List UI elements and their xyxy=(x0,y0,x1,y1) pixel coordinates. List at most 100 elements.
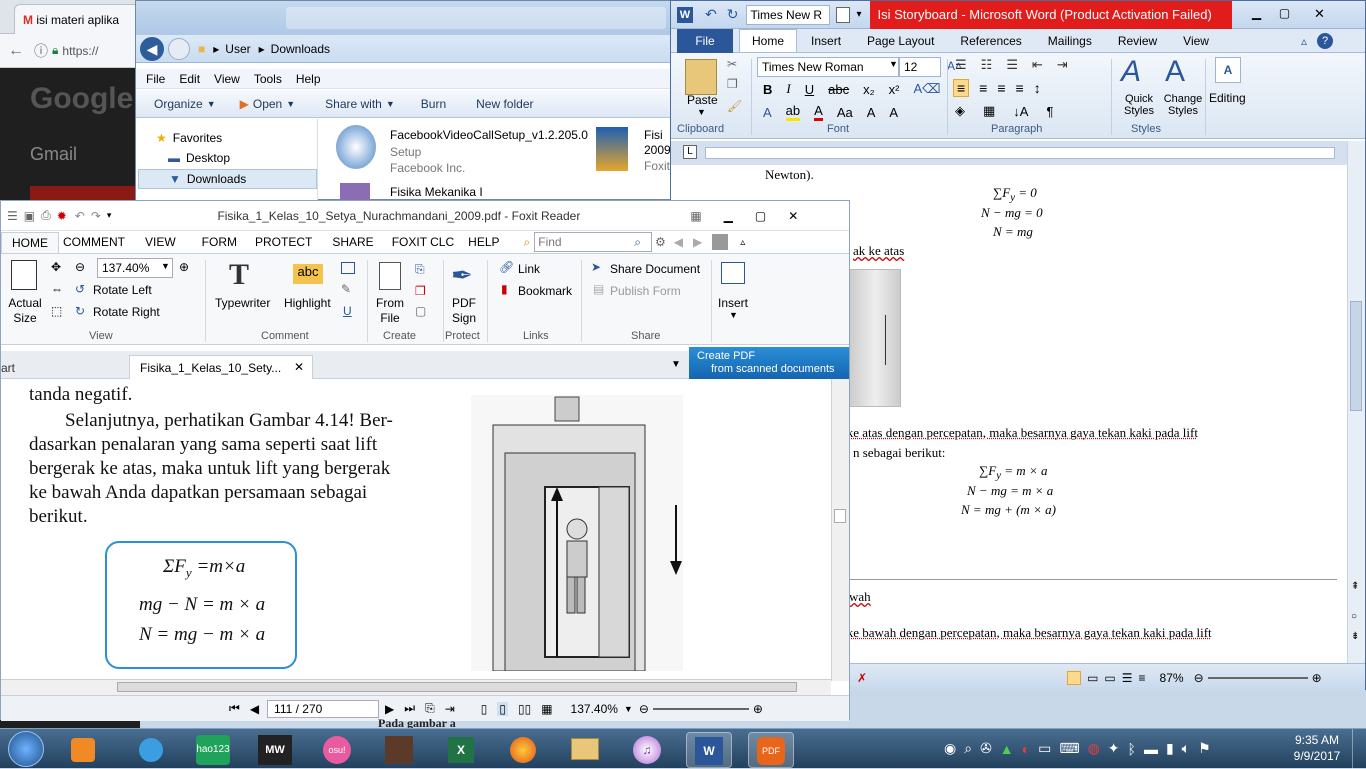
font-size-box[interactable]: 12 xyxy=(899,57,941,77)
minimize-icon[interactable]: ▁ xyxy=(724,209,733,223)
sort-icon[interactable]: ↓A xyxy=(1013,104,1028,119)
fit-icon[interactable]: ✥ xyxy=(51,260,61,274)
align-center-icon[interactable]: ≡ xyxy=(979,80,987,96)
start-button[interactable] xyxy=(8,731,44,767)
tab-form[interactable]: FORM xyxy=(202,235,237,249)
continuous-icon[interactable]: ▯ xyxy=(497,701,508,716)
fit-width-icon[interactable]: ⇔ xyxy=(51,282,63,296)
tray-search-icon[interactable]: ⌕ xyxy=(964,740,972,757)
volume-icon[interactable]: 🔈︎ xyxy=(1182,740,1190,757)
taskbar-foxit[interactable]: PDF xyxy=(748,732,794,768)
tab-share[interactable]: SHARE xyxy=(332,235,373,249)
taskbar-browser-uc[interactable] xyxy=(128,732,174,768)
tab-comment[interactable]: COMMENT xyxy=(63,235,125,249)
tab-home[interactable]: Home xyxy=(739,29,798,52)
paste-icon[interactable] xyxy=(685,59,717,95)
minimize-icon[interactable]: ▁ xyxy=(1244,6,1270,24)
ruler-bar[interactable] xyxy=(705,147,1335,159)
link-button[interactable]: Link xyxy=(518,262,540,276)
find-icon[interactable]: A xyxy=(1215,57,1241,83)
tray-up-icon[interactable]: ▲ xyxy=(1000,741,1014,757)
blank-icon[interactable]: ▢ xyxy=(415,304,426,318)
facing-icon[interactable]: ▯▯ xyxy=(518,702,531,716)
taskbar-explorer[interactable] xyxy=(562,732,608,768)
browse-prev-icon[interactable]: ⇞ xyxy=(1351,581,1359,592)
justify-icon[interactable]: ≡ xyxy=(1016,80,1024,96)
web-layout-icon[interactable]: ▭ xyxy=(1104,671,1115,685)
pdf-sign-button[interactable]: PDF Sign xyxy=(449,296,479,326)
font-name-box[interactable]: Times New Roman xyxy=(757,57,899,77)
menu-tools[interactable]: Tools xyxy=(254,72,282,86)
new-folder-button[interactable]: New folder xyxy=(476,97,533,111)
open-button[interactable]: Open xyxy=(253,97,282,111)
clock[interactable]: 9:35 AM 9/9/2017 xyxy=(1290,733,1344,763)
first-page-icon[interactable]: ⏮ xyxy=(229,701,240,716)
subscript-icon[interactable]: x₂ xyxy=(863,82,875,97)
full-screen-icon[interactable]: ▭ xyxy=(1087,671,1098,685)
file-name[interactable]: Fisi xyxy=(644,128,663,142)
share-document-button[interactable]: Share Document xyxy=(610,262,700,276)
nav-favorites[interactable]: Favorites xyxy=(173,131,222,145)
print-icon[interactable]: ⎙ xyxy=(41,208,51,223)
create-pdf-banner[interactable]: Create PDF from scanned documents xyxy=(689,347,849,379)
tab-review[interactable]: Review xyxy=(1118,34,1157,48)
tab-page-layout[interactable]: Page Layout xyxy=(867,34,934,48)
user-icon[interactable] xyxy=(712,234,729,250)
tab-list-icon[interactable]: ▼ xyxy=(671,359,681,370)
zoom-in-icon[interactable]: ⊕ xyxy=(179,260,189,274)
gmail-label[interactable]: Gmail xyxy=(30,144,77,165)
tab-home[interactable]: HOME xyxy=(1,231,59,253)
organize-button[interactable]: Organize xyxy=(154,97,203,111)
layout-icon[interactable]: ▦ xyxy=(690,209,701,223)
zoom-out-icon[interactable]: ⊖ xyxy=(1194,671,1204,685)
taskbar-media-player[interactable] xyxy=(60,732,106,768)
font-color-icon[interactable]: A xyxy=(814,103,823,121)
tray-bluetooth-icon[interactable]: ᛒ xyxy=(1128,741,1136,757)
decrease-indent-icon[interactable]: ⇤ xyxy=(1032,57,1043,73)
undo-icon[interactable]: ↶ xyxy=(705,6,717,23)
print-layout-icon[interactable] xyxy=(1067,670,1082,685)
tab-view[interactable]: View xyxy=(1183,34,1209,48)
tab-selector-icon[interactable]: L xyxy=(683,145,697,159)
help-icon[interactable]: ? xyxy=(1317,32,1333,49)
cut-icon[interactable]: ✂ xyxy=(727,57,737,71)
underline-icon[interactable]: U xyxy=(343,304,352,318)
numbering-icon[interactable]: ☷ xyxy=(981,57,993,73)
fit-visible-icon[interactable]: ⬚ xyxy=(51,304,62,318)
next-icon[interactable]: ▶ xyxy=(693,235,702,249)
foxit-hscroll-thumb[interactable] xyxy=(117,682,797,692)
italic-icon[interactable]: I xyxy=(786,81,790,97)
scan-icon[interactable]: ⎘ xyxy=(415,262,425,277)
show-desktop-button[interactable] xyxy=(1352,729,1366,769)
close-icon[interactable]: ✕ xyxy=(788,209,798,223)
bold-icon[interactable]: B xyxy=(763,82,772,97)
change-styles-button[interactable]: Change Styles xyxy=(1161,93,1205,117)
pdf-page[interactable]: tanda negatif. Selanjutnya, perhatikan G… xyxy=(1,379,831,681)
tray-acrobat-icon[interactable]: ◐ xyxy=(1022,741,1030,757)
change-styles-icon[interactable]: A xyxy=(1165,55,1185,89)
search-icon[interactable]: ⌕ xyxy=(634,235,641,250)
next-page-icon[interactable]: ▶ xyxy=(385,702,394,716)
doc-tab-start[interactable]: art xyxy=(1,357,125,379)
zoom-out-icon[interactable]: ⊖ xyxy=(639,702,649,716)
file-name[interactable]: Fisika Mekanika I xyxy=(390,185,483,199)
burn-button[interactable]: Burn xyxy=(421,97,446,111)
strikethrough-icon[interactable]: abc xyxy=(828,82,849,97)
undo-icon[interactable]: ↶ xyxy=(75,209,85,223)
show-marks-icon[interactable]: ¶ xyxy=(1046,104,1053,119)
bullets-icon[interactable]: ☰ xyxy=(955,57,967,73)
line-spacing-icon[interactable]: ↕ xyxy=(1034,80,1041,96)
chevron-up-icon[interactable]: ▵ xyxy=(740,237,745,248)
maximize-icon[interactable]: ▢ xyxy=(755,209,766,223)
nav-desktop[interactable]: Desktop xyxy=(186,151,230,165)
new-doc-icon[interactable] xyxy=(836,6,851,23)
tab-foxit-cloud[interactable]: FOXIT CLC xyxy=(392,235,454,249)
borders-icon[interactable]: ▦ xyxy=(983,103,995,119)
zoom-slider[interactable] xyxy=(652,707,749,710)
menu-edit[interactable]: Edit xyxy=(179,72,200,86)
taskbar-osu[interactable]: osu! xyxy=(314,732,360,768)
rotate-right-button[interactable]: Rotate Right xyxy=(93,305,160,319)
actual-size-icon[interactable] xyxy=(11,260,37,290)
tray-network-icon[interactable]: ✦ xyxy=(1108,740,1120,757)
editing-button[interactable]: Editing xyxy=(1209,91,1246,105)
